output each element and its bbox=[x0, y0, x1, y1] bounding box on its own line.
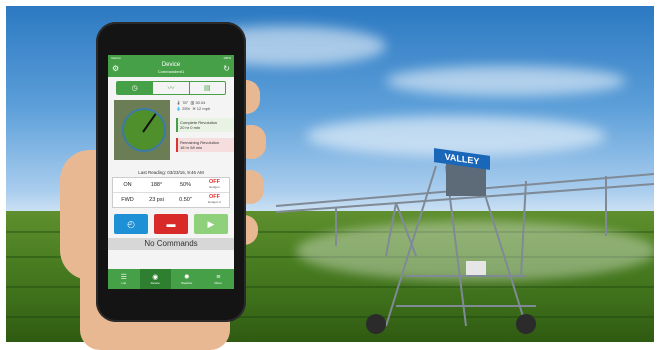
nav-bar: ⚙ Device Commander#1 ↻ bbox=[108, 61, 234, 77]
play-icon: ▶ bbox=[207, 218, 215, 229]
page-subtitle: Commander#1 bbox=[157, 69, 185, 74]
timer-icon: ◴ bbox=[127, 218, 135, 229]
tab-list[interactable]: ☰ List bbox=[108, 269, 140, 289]
endgun2-status: OFF Endgun 2 bbox=[208, 194, 221, 204]
tab-bar: ☰ List ◉ Device ✹ Weather ≡ Menu bbox=[108, 269, 234, 289]
control-buttons: ◴ ▬ ▶ bbox=[114, 214, 228, 234]
phone-screen: Verizon 100% ⚙ Device Commander#1 ↻ ◷ 〰 … bbox=[108, 55, 234, 289]
direction: FWD bbox=[121, 197, 134, 203]
wind-speed: 12 mph bbox=[196, 106, 211, 111]
menu-icon: ≡ bbox=[216, 273, 221, 281]
weather-summary: 🌡 78° ▥ 30.04 💧 25% ≋ 12 mph bbox=[176, 100, 211, 111]
clock-icon: ◷ bbox=[131, 85, 138, 92]
list-icon: ▤ bbox=[204, 85, 211, 92]
pressure-value: 23 psi bbox=[149, 197, 164, 203]
tab-weather[interactable]: ✹ Weather bbox=[171, 269, 203, 289]
list-icon: ☰ bbox=[120, 274, 127, 281]
weather-icon: ✹ bbox=[183, 274, 190, 281]
position-value: 188° bbox=[150, 182, 163, 188]
segment-trend[interactable]: 〰 bbox=[152, 82, 188, 94]
segment-list[interactable]: ▤ bbox=[188, 82, 225, 94]
humidity: 25% bbox=[182, 106, 191, 111]
trend-icon: 〰 bbox=[167, 85, 175, 92]
start-button[interactable]: ▶ bbox=[194, 214, 228, 234]
pressure: 30.04 bbox=[195, 100, 206, 105]
view-segmented-control: ◷ 〰 ▤ bbox=[116, 81, 226, 95]
page-title: Device bbox=[161, 62, 181, 68]
table-row: ON 188° 50% OFF Endgun bbox=[113, 178, 229, 192]
tab-menu[interactable]: ≡ Menu bbox=[203, 269, 235, 289]
run-state: ON bbox=[123, 182, 132, 188]
battery-label: 100% bbox=[223, 56, 231, 60]
device-overview: 🌡 78° ▥ 30.04 💧 25% ≋ 12 mph Complete Re… bbox=[112, 98, 234, 168]
endgun-status: OFF Endgun bbox=[209, 179, 220, 189]
refresh-icon[interactable]: ↻ bbox=[223, 64, 230, 73]
remaining-revolution: Remaining Revolution 18 hr 58 min bbox=[176, 138, 234, 152]
last-reading: Last Reading: 03/23/16, 9:46 AM bbox=[138, 170, 204, 175]
stop-button[interactable]: ▬ bbox=[154, 214, 188, 234]
stop-icon: ▬ bbox=[166, 219, 176, 229]
percent-timer: 50% bbox=[179, 182, 191, 188]
application-depth: 0.50" bbox=[179, 197, 192, 203]
temperature: 78° bbox=[182, 100, 189, 105]
no-commands-label: No Commands bbox=[108, 238, 234, 250]
complete-revolution: Complete Revolution 20 hr 0 min bbox=[176, 118, 234, 132]
field-map[interactable] bbox=[114, 100, 170, 160]
device-icon: ◉ bbox=[152, 274, 159, 281]
gear-icon[interactable]: ⚙ bbox=[112, 64, 119, 73]
segment-status[interactable]: ◷ bbox=[117, 82, 153, 94]
tab-device[interactable]: ◉ Device bbox=[139, 269, 171, 289]
readings-table: ON 188° 50% OFF Endgun FWD 23 psi 0.50" O… bbox=[112, 177, 230, 208]
schedule-button[interactable]: ◴ bbox=[114, 214, 148, 234]
table-row: FWD 23 psi 0.50" OFF Endgun 2 bbox=[113, 192, 229, 207]
carrier-label: Verizon bbox=[111, 56, 122, 60]
